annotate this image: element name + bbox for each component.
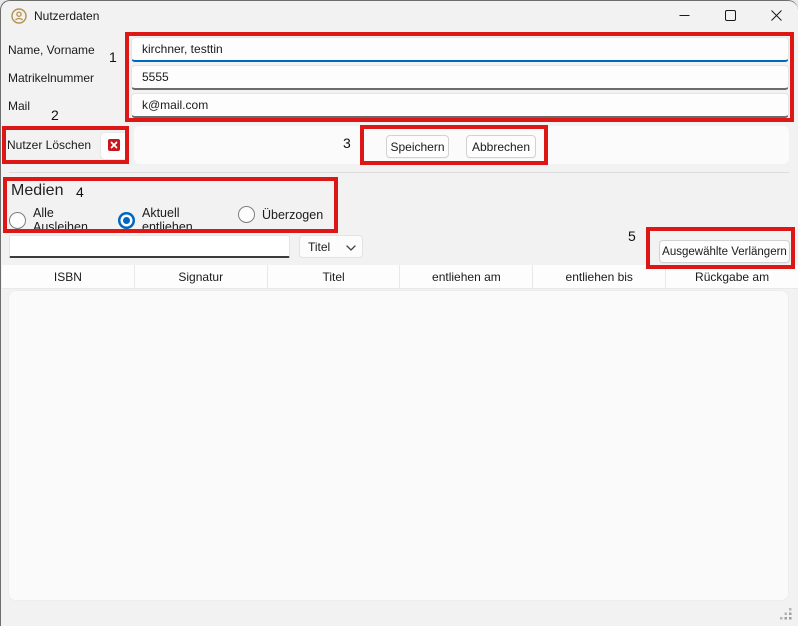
media-table-header: ISBN Signatur Titel entliehen am entlieh… bbox=[2, 265, 798, 289]
mail-input[interactable] bbox=[131, 93, 789, 118]
annotation-number-4: 4 bbox=[76, 184, 84, 200]
column-header-entliehen-am[interactable]: entliehen am bbox=[400, 265, 533, 288]
close-icon bbox=[771, 9, 782, 24]
maximize-icon bbox=[725, 9, 736, 24]
medien-heading: Medien bbox=[11, 182, 63, 200]
annotation-number-1: 1 bbox=[109, 49, 117, 65]
delete-icon bbox=[107, 138, 121, 155]
dropdown-selected-value: Titel bbox=[300, 240, 346, 254]
delete-user-button[interactable] bbox=[100, 132, 128, 160]
radio-alle-ausleihen[interactable]: Alle Ausleihen bbox=[9, 206, 88, 234]
media-table-body bbox=[8, 290, 789, 601]
column-header-isbn[interactable]: ISBN bbox=[2, 265, 135, 288]
chevron-down-icon bbox=[346, 238, 356, 256]
radio-unchecked-icon bbox=[238, 206, 255, 223]
extend-selected-button[interactable]: Ausgewählte Verlängern bbox=[659, 240, 790, 263]
save-button[interactable]: Speichern bbox=[386, 135, 449, 158]
annotation-number-5: 5 bbox=[628, 228, 636, 244]
section-divider bbox=[9, 172, 789, 173]
column-header-titel[interactable]: Titel bbox=[268, 265, 401, 288]
name-field-label: Name, Vorname bbox=[8, 43, 95, 57]
column-header-signatur[interactable]: Signatur bbox=[135, 265, 268, 288]
minimize-button[interactable] bbox=[661, 1, 707, 31]
radio-aktuell-entliehen[interactable]: Aktuell entliehen bbox=[118, 206, 193, 234]
delete-user-label: Nutzer Löschen bbox=[7, 138, 91, 152]
close-button[interactable] bbox=[753, 1, 798, 31]
radio-checked-icon bbox=[118, 212, 135, 229]
radio-ueberzogen[interactable]: Überzogen bbox=[238, 206, 323, 223]
window-title: Nutzerdaten bbox=[34, 9, 99, 23]
cancel-button[interactable]: Abbrechen bbox=[466, 135, 536, 158]
annotation-number-2: 2 bbox=[51, 107, 59, 123]
matrikelnummer-input[interactable] bbox=[131, 65, 789, 90]
column-header-entliehen-bis[interactable]: entliehen bis bbox=[533, 265, 666, 288]
maximize-button[interactable] bbox=[707, 1, 753, 31]
search-field-dropdown[interactable]: Titel bbox=[299, 235, 363, 258]
name-input[interactable] bbox=[131, 37, 789, 62]
mail-field-label: Mail bbox=[8, 99, 30, 113]
action-panel bbox=[134, 126, 789, 164]
title-bar: Nutzerdaten bbox=[1, 1, 798, 31]
user-icon bbox=[11, 8, 27, 24]
media-search-input[interactable] bbox=[9, 235, 290, 258]
matrikelnummer-field-label: Matrikelnummer bbox=[8, 71, 94, 85]
resize-grip[interactable] bbox=[779, 607, 793, 621]
radio-unchecked-icon bbox=[9, 212, 26, 229]
column-header-rueckgabe-am[interactable]: Rückgabe am bbox=[666, 265, 798, 288]
minimize-icon bbox=[679, 9, 690, 24]
nutzerdaten-window: Nutzerdaten Name, Vorname Matrikelnummer… bbox=[0, 0, 798, 626]
